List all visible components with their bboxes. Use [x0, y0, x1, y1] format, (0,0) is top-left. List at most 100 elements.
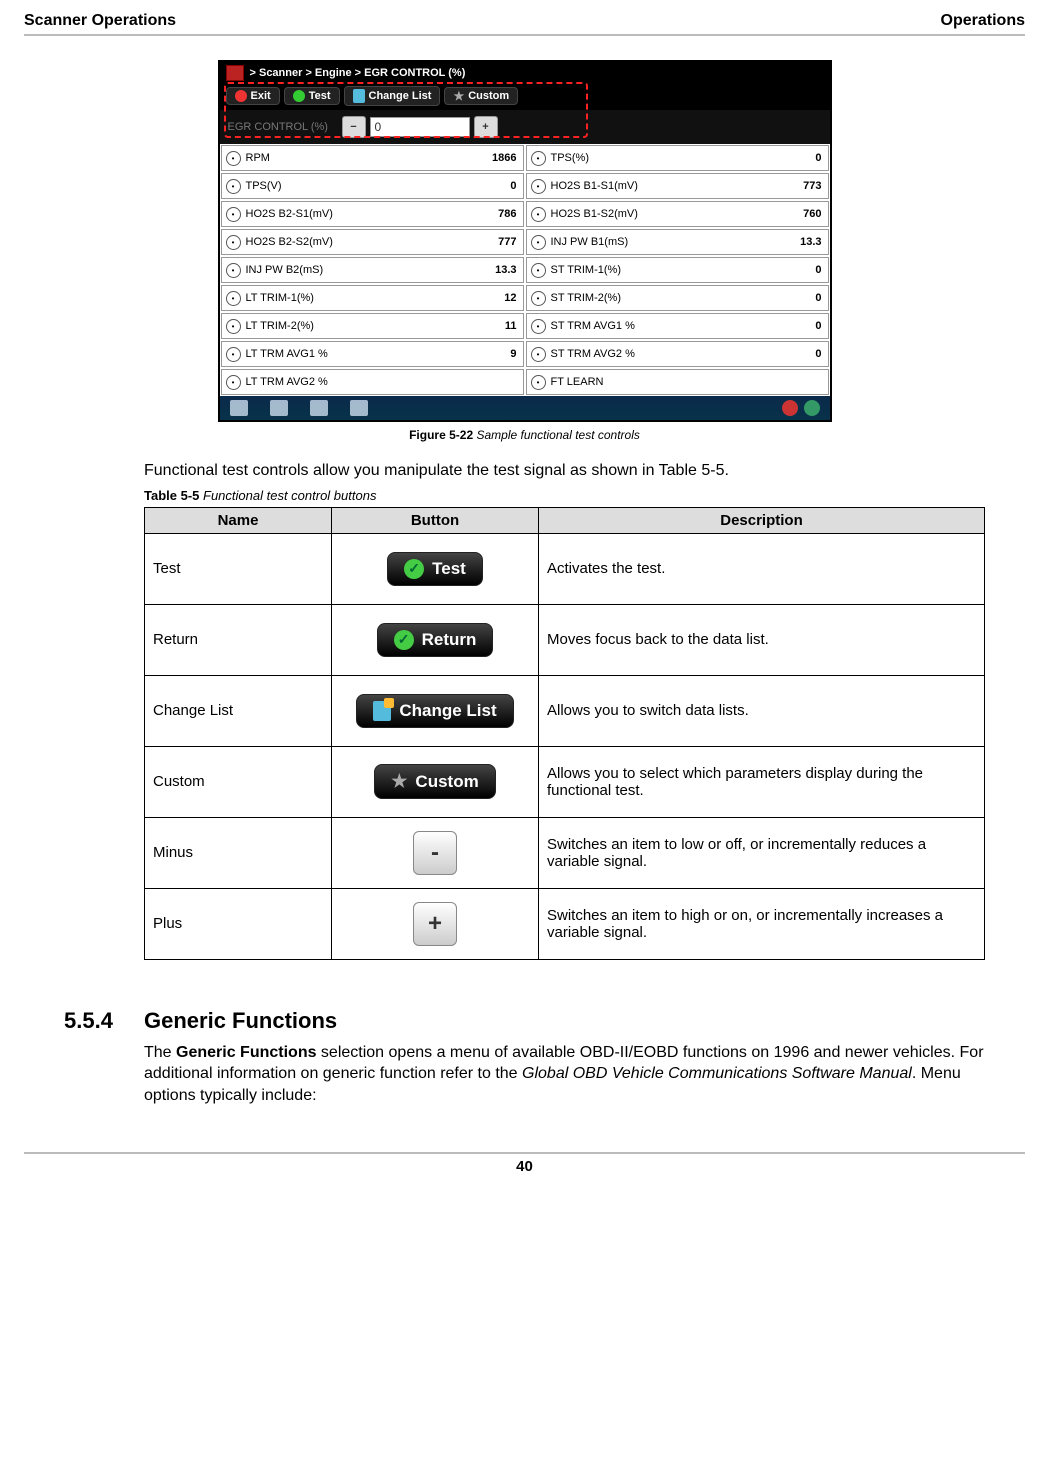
parameter-row[interactable]: •TPS(V)0 [221, 173, 524, 199]
breadcrumb: > Scanner > Engine > EGR CONTROL (%) [250, 67, 466, 79]
parameter-row[interactable]: •ST TRM AVG1 %0 [526, 313, 829, 339]
toggle-icon[interactable]: • [531, 291, 546, 306]
toggle-icon[interactable]: • [531, 151, 546, 166]
row-button-cell: - [332, 817, 539, 888]
nav-icon-1[interactable] [270, 400, 288, 416]
toggle-icon[interactable]: • [531, 375, 546, 390]
button-label: Return [422, 630, 477, 650]
param-name: INJ PW B2(mS) [246, 264, 459, 276]
check-icon: ✓ [394, 630, 414, 650]
parameter-row[interactable]: •LT TRIM-2(%)11 [221, 313, 524, 339]
control-label: EGR CONTROL (%) [228, 121, 338, 133]
toggle-icon[interactable]: • [531, 235, 546, 250]
param-value: 11 [459, 320, 519, 332]
parameter-row[interactable]: •ST TRIM-1(%)0 [526, 257, 829, 283]
change-list-button[interactable]: Change List [344, 86, 441, 106]
toggle-icon[interactable]: • [226, 291, 241, 306]
minus-button[interactable]: − [342, 116, 366, 138]
parameter-row[interactable]: •ST TRM AVG2 %0 [526, 341, 829, 367]
th-desc: Description [539, 507, 985, 533]
parameter-row[interactable]: •INJ PW B1(mS)13.3 [526, 229, 829, 255]
change-list-button[interactable]: Change List [356, 694, 513, 728]
intro-paragraph: Functional test controls allow you manip… [144, 460, 985, 482]
header-left: Scanner Operations [24, 12, 176, 30]
section-title: Generic Functions [144, 1008, 337, 1034]
parameter-row[interactable]: •HO2S B1-S1(mV)773 [526, 173, 829, 199]
plus-button[interactable]: + [474, 116, 498, 138]
toggle-icon[interactable]: • [531, 347, 546, 362]
minus-button[interactable]: - [413, 831, 457, 875]
row-description: Activates the test. [539, 533, 985, 604]
parameter-row[interactable]: •LT TRIM-1(%)12 [221, 285, 524, 311]
toggle-icon[interactable]: • [226, 179, 241, 194]
control-value[interactable]: 0 [370, 117, 470, 137]
back-arrow-icon [235, 90, 247, 102]
param-name: LT TRIM-1(%) [246, 292, 459, 304]
parameter-row[interactable]: •HO2S B2-S2(mV)777 [221, 229, 524, 255]
toggle-icon[interactable]: • [531, 263, 546, 278]
screenshot-titlebar: > Scanner > Engine > EGR CONTROL (%) [220, 62, 830, 84]
page: Scanner Operations Operations > Scanner … [0, 0, 1049, 1195]
param-value: 13.3 [459, 264, 519, 276]
table-caption: Table 5-5 Functional test control button… [144, 488, 985, 503]
parameter-row[interactable]: •ST TRIM-2(%)0 [526, 285, 829, 311]
custom-label: Custom [468, 90, 509, 102]
custom-button[interactable]: ★Custom [374, 764, 495, 799]
toggle-icon[interactable]: • [226, 347, 241, 362]
toggle-icon[interactable]: • [531, 207, 546, 222]
home-icon[interactable] [230, 400, 248, 416]
row-button-cell: ★Custom [332, 746, 539, 817]
row-button-cell: ✓ Return [332, 604, 539, 675]
parameter-row[interactable]: •LT TRM AVG1 %9 [221, 341, 524, 367]
parameter-row[interactable]: •RPM1866 [221, 145, 524, 171]
toggle-icon[interactable]: • [531, 179, 546, 194]
toggle-icon[interactable]: • [226, 151, 241, 166]
test-button[interactable]: ✓Test [387, 552, 483, 586]
status-dot-red [782, 400, 798, 416]
row-description: Moves focus back to the data list. [539, 604, 985, 675]
toggle-icon[interactable]: • [226, 319, 241, 334]
param-value: 9 [459, 348, 519, 360]
table-row: Test✓TestActivates the test. [145, 533, 985, 604]
param-name: HO2S B1-S2(mV) [551, 208, 764, 220]
nav-icon-3[interactable] [350, 400, 368, 416]
row-description: Switches an item to high or on, or incre… [539, 888, 985, 959]
section-heading: 5.5.4 Generic Functions [24, 1008, 1025, 1034]
list-icon [353, 89, 365, 103]
param-value: 0 [764, 292, 824, 304]
parameter-row[interactable]: • LT TRM AVG2 % [221, 369, 524, 395]
parameter-row[interactable]: •TPS(%)0 [526, 145, 829, 171]
plus-button[interactable]: + [413, 902, 457, 946]
param-value: 786 [459, 208, 519, 220]
button-label: Custom [415, 772, 478, 792]
row-name: Return [145, 604, 332, 675]
toggle-icon[interactable]: • [226, 235, 241, 250]
row-description: Switches an item to low or off, or incre… [539, 817, 985, 888]
parameter-row[interactable]: •FT LEARN [526, 369, 829, 395]
exit-button[interactable]: Exit [226, 87, 280, 105]
toggle-icon[interactable]: • [226, 207, 241, 222]
return-button[interactable]: ✓ Return [377, 623, 494, 657]
button-table: Name Button Description Test✓TestActivat… [144, 507, 985, 960]
nav-icon-2[interactable] [310, 400, 328, 416]
parameter-row[interactable]: •HO2S B2-S1(mV)786 [221, 201, 524, 227]
section-body: The Generic Functions selection opens a … [144, 1042, 985, 1107]
th-button: Button [332, 507, 539, 533]
toggle-icon[interactable]: • [531, 319, 546, 334]
param-value: 760 [764, 208, 824, 220]
screenshot: > Scanner > Engine > EGR CONTROL (%) Exi… [218, 60, 832, 422]
footer-right [782, 400, 820, 416]
status-dot-green [804, 400, 820, 416]
toggle-icon[interactable]: • [226, 263, 241, 278]
th-name: Name [145, 507, 332, 533]
param-value: 0 [764, 320, 824, 332]
param-value: 0 [764, 152, 824, 164]
table-row: Return ✓ Return Moves focus back to the dat… [145, 604, 985, 675]
parameter-row[interactable]: • HO2S B1-S2(mV)760 [526, 201, 829, 227]
toggle-icon[interactable]: • [226, 375, 241, 390]
param-name: TPS(V) [246, 180, 459, 192]
parameter-row[interactable]: • INJ PW B2(mS)13.3 [221, 257, 524, 283]
test-button[interactable]: Test [284, 87, 340, 105]
custom-button[interactable]: ★ Custom [444, 87, 518, 105]
param-name: LT TRM AVG2 % [246, 376, 459, 388]
